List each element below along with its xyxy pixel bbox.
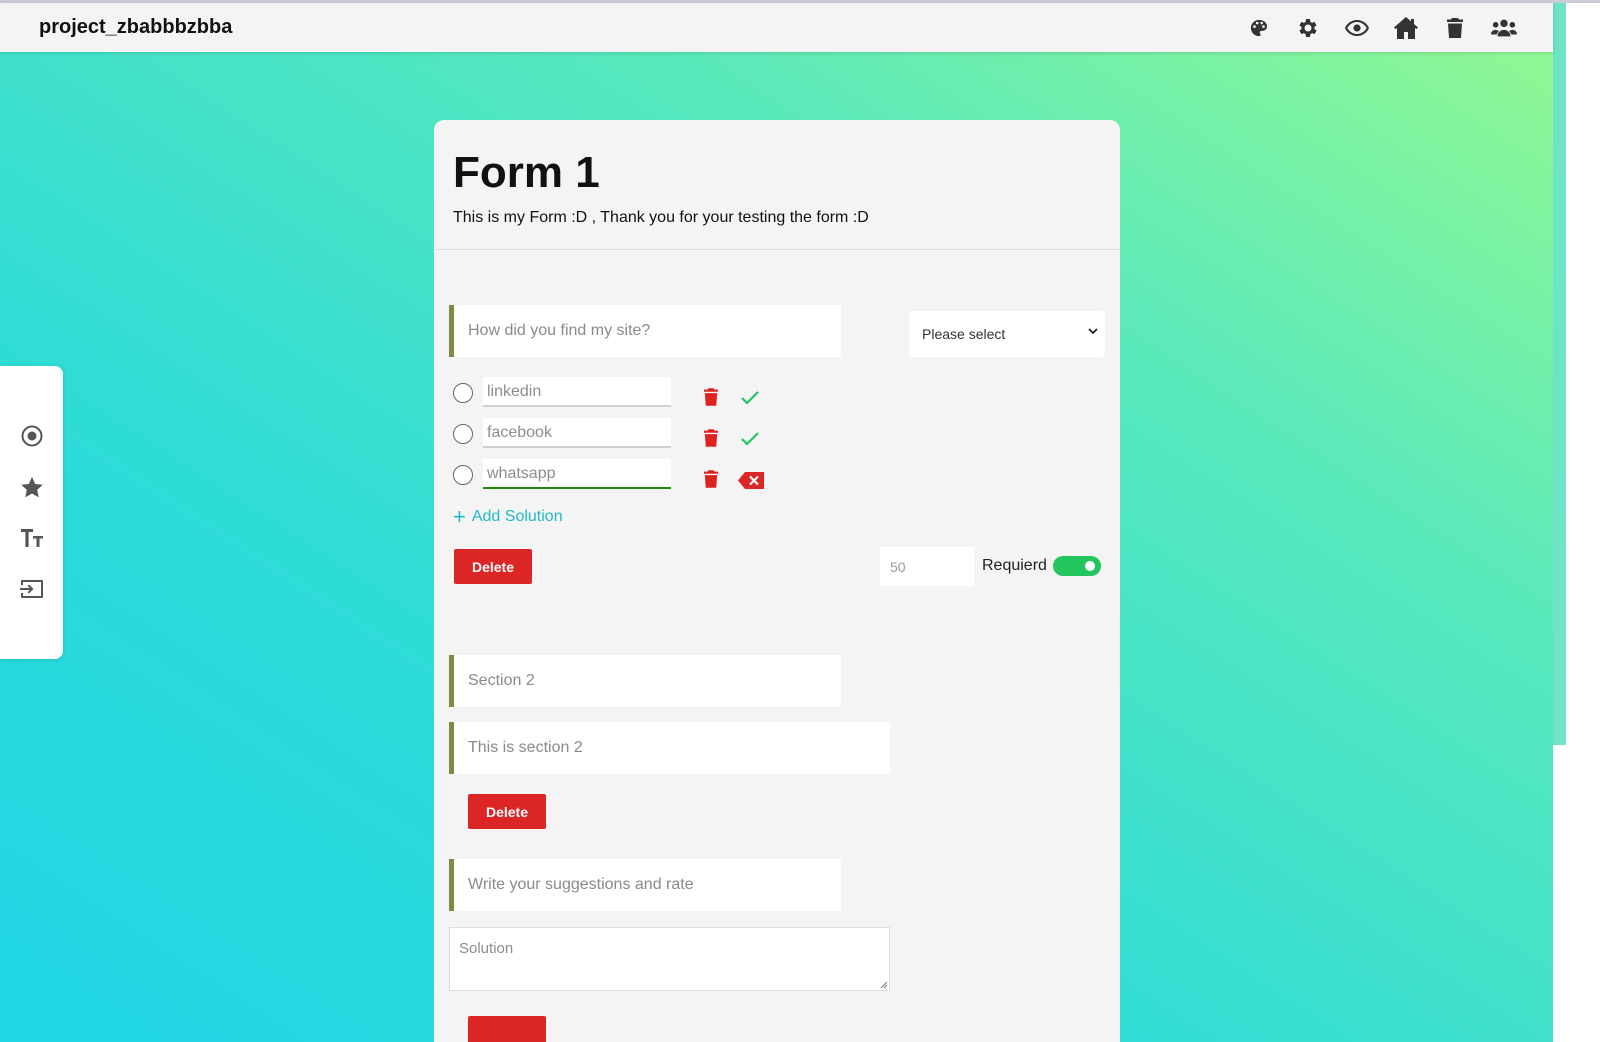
- eye-icon[interactable]: [1344, 15, 1370, 41]
- section-description-input[interactable]: This is section 2: [449, 722, 890, 774]
- option-input[interactable]: linkedin: [483, 377, 671, 407]
- input-icon[interactable]: [19, 576, 45, 602]
- section-title-input[interactable]: Section 2: [449, 655, 841, 707]
- gear-icon[interactable]: [1295, 15, 1321, 41]
- required-label: Requierd: [982, 557, 1047, 574]
- score-input[interactable]: 50: [880, 547, 974, 586]
- question-type-select[interactable]: Please select: [909, 311, 1105, 357]
- answer-textarea[interactable]: Solution: [449, 927, 890, 991]
- delete-section-button[interactable]: Delete: [468, 794, 546, 829]
- star-icon[interactable]: [19, 474, 45, 500]
- required-toggle[interactable]: [1053, 556, 1101, 576]
- option-radio[interactable]: [453, 465, 473, 485]
- plus-icon: +: [453, 504, 466, 529]
- add-solution-label: Add Solution: [471, 508, 563, 525]
- home-icon[interactable]: [1393, 15, 1419, 41]
- form-card: Form 1 This is my Form :D , Thank you fo…: [434, 120, 1120, 1042]
- question-title-input[interactable]: Write your suggestions and rate: [449, 859, 841, 911]
- toggle-knob: [1085, 561, 1095, 571]
- question-title-input[interactable]: How did you find my site?: [449, 305, 841, 357]
- delete-option-icon[interactable]: [704, 470, 720, 490]
- delete-option-icon[interactable]: [704, 388, 720, 408]
- form-title[interactable]: Form 1: [453, 148, 600, 198]
- backspace-x-icon[interactable]: [738, 472, 764, 489]
- form-description[interactable]: This is my Form :D , Thank you for your …: [453, 209, 869, 227]
- text-size-icon[interactable]: [19, 525, 45, 551]
- option-radio[interactable]: [453, 383, 473, 403]
- option-input[interactable]: facebook: [483, 418, 671, 448]
- delete-question-button[interactable]: [468, 1016, 546, 1042]
- check-icon[interactable]: [740, 431, 760, 447]
- add-element-toolbar: [0, 366, 63, 659]
- trash-icon[interactable]: [1442, 15, 1468, 41]
- delete-option-icon[interactable]: [704, 429, 720, 449]
- top-navbar: project_zbabbbzbba: [0, 3, 1553, 52]
- chevron-down-icon: [1088, 328, 1098, 335]
- radio-icon[interactable]: [19, 423, 45, 449]
- users-icon[interactable]: [1491, 15, 1517, 41]
- form-header: Form 1 This is my Form :D , Thank you fo…: [434, 120, 1120, 250]
- resize-grip-icon[interactable]: [879, 980, 888, 989]
- check-icon[interactable]: [740, 390, 760, 406]
- option-input[interactable]: whatsapp: [483, 459, 671, 489]
- option-radio[interactable]: [453, 424, 473, 444]
- select-value: Please select: [922, 326, 1006, 342]
- navbar-actions: [1246, 15, 1517, 41]
- delete-question-button[interactable]: Delete: [454, 549, 532, 584]
- add-solution-link[interactable]: + Add Solution: [453, 504, 563, 529]
- answer-placeholder: Solution: [459, 940, 514, 957]
- palette-icon[interactable]: [1246, 15, 1272, 41]
- scrollbar-thumb[interactable]: [1553, 3, 1566, 745]
- project-title: project_zbabbbzbba: [39, 16, 233, 38]
